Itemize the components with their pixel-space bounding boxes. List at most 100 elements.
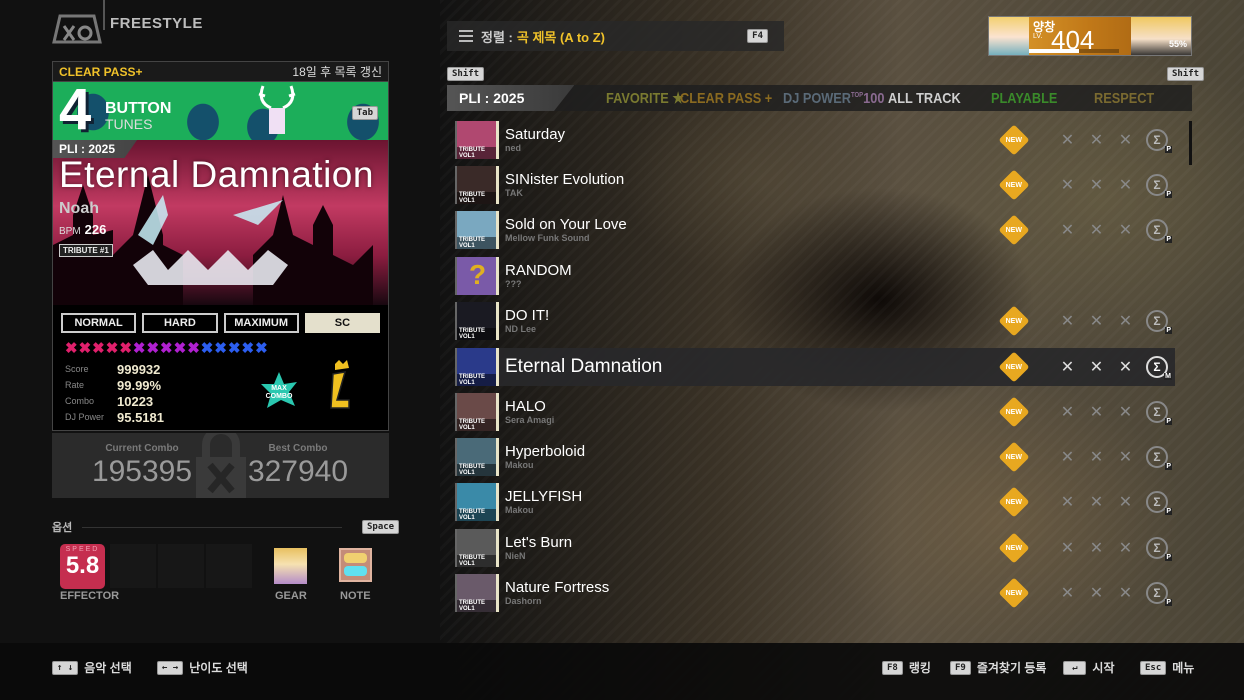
list-refresh-note: 18일 후 목록 갱신 [292, 65, 382, 79]
djmax-logo-icon [52, 14, 102, 44]
note-label: NOTE [340, 590, 371, 602]
hint-label: 난이도 선택 [189, 661, 248, 675]
button-mode-banner[interactable]: 4 BUTTON TUNES Tab [53, 82, 388, 140]
no-clear-mark-icon: ✕ [1118, 494, 1133, 512]
key-f9[interactable]: F9 [950, 660, 971, 675]
track-badges: NEW ✕ ✕ ✕ Σ P [998, 396, 1172, 428]
tab-dj-power-label: DJ POWER [783, 89, 852, 107]
no-clear-mark-icon: ✕ [1118, 539, 1133, 557]
tribute-tag: TRIBUTE #1 [59, 244, 113, 257]
difficulty-maximum[interactable]: MAXIMUM [223, 313, 299, 333]
sigma-medal-icon: ΣP [1146, 219, 1172, 244]
track-row[interactable]: TRIBUTE VOL1 Hyperboloid Makou NEW ✕ ✕ ✕ Σ P [455, 434, 1175, 479]
no-clear-mark-icon: ✕ [1060, 131, 1075, 149]
track-row[interactable]: TRIBUTE VOL1 HALO Sera Amagi NEW ✕ ✕ ✕ Σ P [455, 389, 1175, 434]
menu-icon [459, 30, 473, 42]
hint-difficulty-select: ← → 난이도 선택 [157, 659, 248, 676]
no-clear-mark-icon: ✕ [1089, 358, 1104, 376]
bpm-label: BPM [59, 226, 81, 237]
difficulty-sc[interactable]: SC [304, 313, 380, 333]
track-row[interactable]: TRIBUTE VOL1 SINister Evolution TAK NEW ✕ ✕ ✕ Σ… [455, 162, 1175, 207]
key-esc[interactable]: Esc [1140, 660, 1167, 675]
difficulty-hard[interactable]: HARD [142, 313, 218, 333]
track-title: RANDOM [505, 261, 572, 279]
track-row[interactable]: ? RANDOM??? [455, 253, 1175, 298]
options-heading: 옵션 [52, 522, 73, 534]
no-clear-mark-icon: ✕ [1060, 539, 1075, 557]
no-clear-mark-icon: ✕ [1089, 494, 1104, 512]
gear-character-icon[interactable] [274, 548, 307, 584]
track-badges: NEW ✕ ✕ ✕ Σ P [998, 305, 1172, 337]
tab-key[interactable]: Tab [351, 106, 378, 120]
track-jacket: TRIBUTE VOL1 [455, 347, 499, 386]
tab-clear-pass[interactable]: CLEAR PASS + [680, 90, 772, 107]
difficulty-star-icon: ✖ [227, 340, 241, 357]
track-row[interactable]: TRIBUTE VOL1 DO IT! ND Lee NEW ✕ ✕ ✕ Σ P [455, 299, 1175, 344]
empty-effector-slot[interactable] [110, 544, 156, 588]
space-key[interactable]: Space [362, 520, 400, 534]
footer-bar: ↑ ↓ 음악 선택 ← → 난이도 선택 F8 랭킹 F9 즐겨찾기 등록 ↵ 시작 Es… [0, 643, 1244, 700]
difficulty-normal[interactable]: NORMAL [61, 313, 137, 333]
no-clear-mark-icon: ✕ [1089, 449, 1104, 467]
sort-bar[interactable]: 정렬 : 곡 제목 (A to Z) F4 [447, 21, 784, 51]
new-badge-icon: NEW [998, 214, 1030, 247]
no-clear-mark-icon: ✕ [1118, 222, 1133, 240]
track-badges: NEW ✕ ✕ ✕ Σ P [998, 169, 1172, 201]
track-row[interactable]: TRIBUTE VOL1 Eternal Damnation NEW ✕ ✕ ✕ Σ M [455, 347, 1175, 386]
track-badges: NEW ✕ ✕ ✕ Σ P [998, 441, 1172, 473]
f4-key[interactable]: F4 [747, 29, 768, 43]
tab-playable[interactable]: PLAYABLE [991, 90, 1057, 107]
note-skin-icon[interactable] [339, 548, 372, 582]
track-badges: NEW ✕ ✕ ✕ Σ P [998, 532, 1172, 564]
track-row[interactable]: TRIBUTE VOL1 Sold on Your Love Mellow Funk… [455, 208, 1175, 253]
track-jacket: TRIBUTE VOL1 [455, 392, 499, 431]
key-enter[interactable]: ↵ [1063, 660, 1087, 675]
tab-dj-power[interactable]: DJ POWERTOP100 [783, 90, 884, 107]
shift-key-right[interactable]: Shift [1167, 67, 1205, 81]
speed-option[interactable]: SPEED 5.8 [60, 544, 105, 589]
score-stats: Score 999932 Rate 99.99% Combo 10223 DJ Pow… [65, 361, 164, 425]
difficulty-star-icon: ✖ [241, 340, 255, 357]
stat-value: 999932 [117, 361, 161, 377]
tab-dj-power-sup: TOP [851, 91, 864, 99]
track-row[interactable]: TRIBUTE VOL1 JELLYFISH Makou NEW ✕ ✕ ✕ Σ P [455, 480, 1175, 525]
shift-key-left[interactable]: Shift [447, 67, 485, 81]
jacket-volume-label: TRIBUTE VOL1 [457, 146, 496, 159]
song-info-card: CLEAR PASS+ 18일 후 목록 갱신 4 BUTTON TUNES T… [52, 61, 389, 431]
tab-all-track[interactable]: ALL TRACK [888, 90, 961, 107]
key-up-down[interactable]: ↑ ↓ [52, 660, 79, 675]
options-divider [82, 527, 342, 528]
difficulty-star-icon: ✖ [132, 340, 146, 357]
max-combo-badge-icon: MAX COMBO [261, 372, 297, 408]
track-title: Sold on Your Love [505, 216, 627, 234]
no-clear-mark-icon: ✕ [1089, 539, 1104, 557]
tab-respect[interactable]: RESPECT [1094, 90, 1154, 107]
track-jacket: TRIBUTE VOL1 [455, 528, 499, 567]
track-row[interactable]: TRIBUTE VOL1 Nature Fortress Dashorn NEW ✕ ✕ ✕… [455, 571, 1175, 616]
track-row[interactable]: TRIBUTE VOL1 Let's Burn NieN NEW ✕ ✕ ✕ Σ P [455, 525, 1175, 570]
stat-label: Rate [65, 380, 85, 390]
no-clear-mark-icon: ✕ [1060, 494, 1075, 512]
key-left-right[interactable]: ← → [157, 660, 184, 675]
track-artist: Mellow Funk Sound [505, 233, 590, 244]
bpm-value: 226 [84, 222, 107, 237]
key-f8[interactable]: F8 [882, 660, 903, 675]
empty-effector-slot[interactable] [206, 544, 252, 588]
song-artist: Noah [59, 200, 99, 217]
difficulty-star-icon: ✖ [187, 340, 200, 357]
track-artist: ned [505, 142, 522, 153]
tab-pli[interactable]: PLI : 2025 [447, 85, 575, 111]
player-profile[interactable]: 양창 LV. 404 55% [988, 16, 1192, 56]
track-text: DO IT! ND Lee [505, 308, 549, 335]
no-clear-mark-icon: ✕ [1089, 585, 1104, 603]
track-list-scrollbar[interactable] [1189, 121, 1192, 165]
track-jacket: TRIBUTE VOL1 [455, 211, 499, 250]
tab-favorite[interactable]: FAVORITE ★ [606, 89, 684, 107]
no-clear-mark-icon: ✕ [1060, 585, 1075, 603]
track-text: Saturday ned [505, 126, 565, 153]
empty-effector-slot[interactable] [158, 544, 204, 588]
track-row[interactable]: TRIBUTE VOL1 Saturday ned NEW ✕ ✕ ✕ Σ P [455, 117, 1175, 162]
new-badge-icon: NEW [998, 169, 1030, 201]
difficulty-star-icon: ✖ [255, 340, 268, 357]
new-badge-icon: NEW [998, 351, 1030, 383]
